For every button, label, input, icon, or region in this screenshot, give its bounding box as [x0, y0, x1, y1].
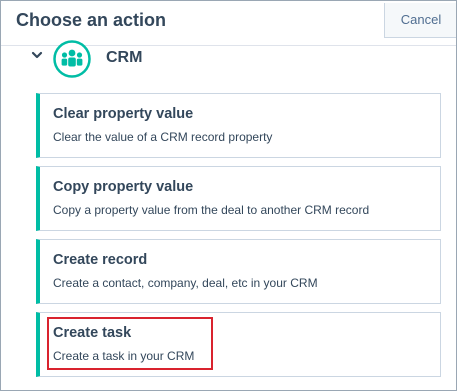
action-card-description: Clear the value of a CRM record property — [53, 130, 273, 144]
action-card-title: Create record — [53, 252, 148, 268]
action-card-title: Clear property value — [53, 106, 194, 122]
action-card-create-record[interactable]: Create record Create a contact, company,… — [36, 239, 441, 304]
cancel-button[interactable]: Cancel — [384, 3, 456, 38]
action-card-description: Create a contact, company, deal, etc in … — [53, 276, 318, 290]
panel-title: Choose an action — [16, 10, 167, 30]
action-card-title: Create task — [53, 325, 132, 341]
action-chooser-panel: Choose an action Cancel CRM Clear proper… — [0, 0, 457, 391]
action-card-title: Copy property value — [53, 179, 194, 195]
action-card-clear-property-value[interactable]: Clear property value Clear the value of … — [36, 93, 441, 158]
chevron-down-icon[interactable] — [30, 48, 44, 62]
action-card-description: Create a task in your CRM — [53, 349, 195, 363]
action-card-description: Copy a property value from the deal to a… — [53, 203, 370, 217]
action-card-create-task[interactable]: Create task Create a task in your CRM — [36, 312, 441, 377]
crm-group-toggle[interactable]: CRM — [30, 39, 230, 78]
action-card-copy-property-value[interactable]: Copy property value Copy a property valu… — [36, 166, 441, 231]
crm-group-label: CRM — [106, 49, 143, 66]
crm-people-icon — [53, 40, 91, 78]
